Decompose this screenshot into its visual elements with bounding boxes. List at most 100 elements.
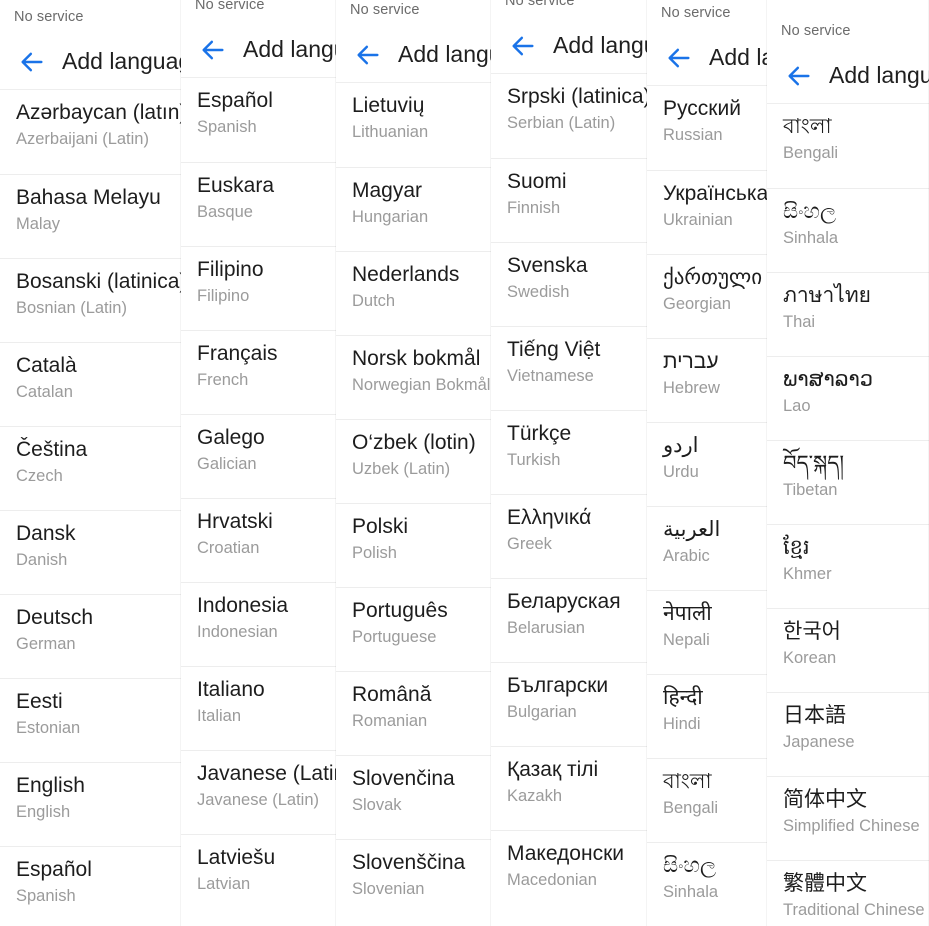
language-native-name: Polski [352, 515, 409, 538]
language-list-item[interactable]: Polski Polish [336, 503, 491, 587]
language-list-item[interactable]: Slovenčina Slovak [336, 755, 491, 839]
language-list-item[interactable]: Română Romanian [336, 671, 491, 755]
language-list-item[interactable]: हिन्दी Hindi [647, 674, 767, 758]
language-list-item[interactable]: Nederlands Dutch [336, 251, 491, 335]
language-list-item[interactable]: Srpski (latinica) Serbian (Latin) [491, 74, 647, 158]
language-english-name: Greek [507, 534, 552, 553]
arrow-left-icon[interactable] [659, 38, 699, 78]
language-list-item[interactable]: Tiếng Việt Vietnamese [491, 326, 647, 410]
language-list-item[interactable]: Українська Ukrainian [647, 170, 767, 254]
language-list-item[interactable]: Javanese (Latin) Javanese (Latin) [181, 750, 336, 834]
panel-content: No service Add language Español Spanish Eusk… [181, 0, 336, 918]
language-list-item[interactable]: Galego Galician [181, 414, 336, 498]
language-list-item[interactable]: Euskara Basque [181, 162, 336, 246]
status-bar-carrier-text: No service [195, 0, 265, 13]
language-list-item[interactable]: Español Spanish [0, 846, 181, 926]
arrow-left-icon[interactable] [503, 26, 543, 66]
language-list-item[interactable]: 繁體中文 Traditional Chinese [767, 860, 929, 926]
language-list-item[interactable]: বাংলা Bengali [647, 758, 767, 842]
page-title: Add language [243, 36, 336, 62]
language-list-item[interactable]: English English [0, 762, 181, 846]
language-list-item[interactable]: Azərbaycan (latın) Azerbaijani (Latin) [0, 90, 181, 174]
language-list-item[interactable]: Magyar Hungarian [336, 167, 491, 251]
language-list-item[interactable]: Català Catalan [0, 342, 181, 426]
language-list-item[interactable]: 한국어 Korean [767, 608, 929, 692]
language-list-item[interactable]: བོད་སྐད། Tibetan [767, 440, 929, 524]
language-native-name: සිංහල [663, 854, 716, 877]
language-native-name: Magyar [352, 179, 423, 202]
language-english-name: Latvian [197, 874, 251, 893]
language-english-name: Norwegian Bokmål [352, 375, 491, 394]
language-list-item[interactable]: Deutsch German [0, 594, 181, 678]
language-list-item[interactable]: Filipino Filipino [181, 246, 336, 330]
language-english-name: Russian [663, 125, 723, 144]
language-list-item[interactable]: Bahasa Melayu Malay [0, 174, 181, 258]
language-list-item[interactable]: Čeština Czech [0, 426, 181, 510]
language-native-name: Bosanski (latinica) [16, 270, 181, 293]
language-list-item[interactable]: ქართული Georgian [647, 254, 767, 338]
language-list-item[interactable]: Dansk Danish [0, 510, 181, 594]
language-list-item[interactable]: Ελληνικά Greek [491, 494, 647, 578]
language-list-item[interactable]: العربية Arabic [647, 506, 767, 590]
language-list-item[interactable]: Norsk bokmål Norwegian Bokmål [336, 335, 491, 419]
language-list-item[interactable]: 日本語 Japanese [767, 692, 929, 776]
language-english-name: Swedish [507, 282, 570, 301]
language-list-item[interactable]: Eesti Estonian [0, 678, 181, 762]
language-list-item[interactable]: Русский Russian [647, 86, 767, 170]
language-list-item[interactable]: 简体中文 Simplified Chinese [767, 776, 929, 860]
language-native-name: العربية [663, 518, 721, 541]
language-list-item[interactable]: বাংলা Bengali [767, 104, 929, 188]
language-list-item[interactable]: Indonesia Indonesian [181, 582, 336, 666]
language-native-name: Eesti [16, 690, 63, 713]
arrow-left-icon[interactable] [12, 42, 52, 82]
language-list-item[interactable]: Português Portuguese [336, 587, 491, 671]
language-english-name: Hebrew [663, 378, 720, 397]
language-list-item[interactable]: Қазақ тілі Kazakh [491, 746, 647, 830]
language-list-item[interactable]: اردو Urdu [647, 422, 767, 506]
language-english-name: Galician [197, 454, 257, 473]
language-list-item[interactable]: ภาษาไทย Thai [767, 272, 929, 356]
arrow-left-icon[interactable] [348, 35, 388, 75]
language-list: বাংলা Bengali සිංහල Sinhala ภาษาไทย Thai ພາສາລ… [767, 104, 929, 926]
language-list-item[interactable]: Latviešu Latvian [181, 834, 336, 918]
language-list-item[interactable]: Türkçe Turkish [491, 410, 647, 494]
language-english-name: Malay [16, 214, 61, 233]
language-native-name: Български [507, 674, 609, 697]
language-list-item[interactable]: Македонски Macedonian [491, 830, 647, 914]
language-native-name: 简体中文 [783, 788, 867, 811]
language-english-name: Slovak [352, 795, 402, 814]
language-english-name: Traditional Chinese [783, 900, 925, 919]
language-list-item[interactable]: සිංහල Sinhala [767, 188, 929, 272]
arrow-left-icon[interactable] [193, 30, 233, 70]
language-list-item[interactable]: Français French [181, 330, 336, 414]
language-list-item[interactable]: ខ្មែរ Khmer [767, 524, 929, 608]
language-english-name: Dutch [352, 291, 396, 310]
language-list-item[interactable]: ພາສາລາວ Lao [767, 356, 929, 440]
language-english-name: French [197, 370, 249, 389]
status-bar: No service [181, 0, 336, 22]
language-list-item[interactable]: Български Bulgarian [491, 662, 647, 746]
status-bar: No service [0, 0, 181, 34]
language-list-item[interactable]: සිංහල Sinhala [647, 842, 767, 926]
language-english-name: Ukrainian [663, 210, 733, 229]
language-list-item[interactable]: Suomi Finnish [491, 158, 647, 242]
language-list-item[interactable]: नेपाली Nepali [647, 590, 767, 674]
language-list-item[interactable]: Español Spanish [181, 78, 336, 162]
language-list-item[interactable]: Slovenščina Slovenian [336, 839, 491, 923]
language-english-name: Khmer [783, 564, 832, 583]
screenshot-panel-5: No service Add language Русский Russian Укра… [647, 0, 767, 926]
language-english-name: Finnish [507, 198, 561, 217]
language-list-item[interactable]: O‘zbek (lotin) Uzbek (Latin) [336, 419, 491, 503]
arrow-left-icon[interactable] [779, 56, 819, 96]
language-list-item[interactable]: Hrvatski Croatian [181, 498, 336, 582]
language-native-name: Nederlands [352, 263, 460, 286]
language-native-name: Türkçe [507, 422, 572, 445]
language-native-name: Lietuvių [352, 94, 425, 117]
language-list-item[interactable]: עברית Hebrew [647, 338, 767, 422]
language-list-item[interactable]: Bosanski (latinica) Bosnian (Latin) [0, 258, 181, 342]
language-list-item[interactable]: Беларуская Belarusian [491, 578, 647, 662]
language-list-item[interactable]: Italiano Italian [181, 666, 336, 750]
language-list: Azərbaycan (latın) Azerbaijani (Latin) Bah… [0, 90, 181, 926]
language-list-item[interactable]: Lietuvių Lithuanian [336, 83, 491, 167]
language-list-item[interactable]: Svenska Swedish [491, 242, 647, 326]
